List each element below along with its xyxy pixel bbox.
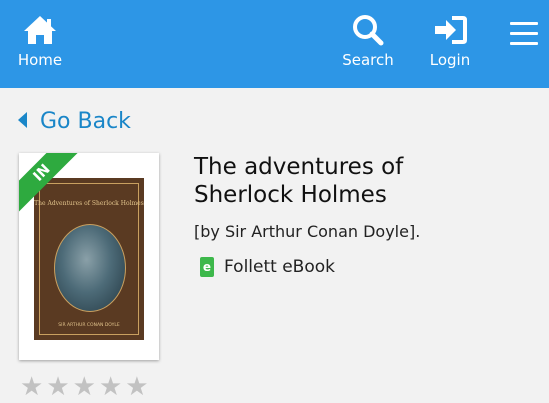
star-icon[interactable]: ★ [46, 372, 72, 402]
back-triangle-icon [18, 112, 27, 128]
hamburger-icon [510, 22, 538, 25]
star-icon[interactable]: ★ [73, 372, 99, 402]
login-label: Login [429, 51, 471, 69]
ebook-icon: e [200, 257, 214, 277]
star-rating[interactable]: ★★★★★ [20, 373, 152, 403]
cover-author: SIR ARTHUR CONAN DOYLE [58, 323, 120, 328]
house-icon [24, 16, 56, 44]
star-icon[interactable]: ★ [99, 372, 125, 402]
top-navigation-bar: Home Search Login [0, 0, 549, 88]
cover-illustration [54, 224, 126, 312]
login-button[interactable]: Login [424, 14, 476, 69]
cover-image: The Adventures of Sherlock Holmes SIR AR… [34, 178, 144, 340]
search-button[interactable]: Search [340, 14, 396, 69]
book-format: e Follett eBook [200, 256, 335, 278]
book-title: The adventures of Sherlock Holmes [194, 154, 404, 208]
magnifier-icon [353, 15, 384, 46]
search-label: Search [342, 51, 394, 69]
cover-title: The Adventures of Sherlock Holmes [34, 200, 144, 207]
go-back-link[interactable]: Go Back [18, 108, 131, 136]
star-icon[interactable]: ★ [125, 372, 151, 402]
book-cover[interactable]: The Adventures of Sherlock Holmes SIR AR… [19, 153, 159, 360]
sign-in-icon [435, 16, 467, 44]
hamburger-menu-button[interactable] [510, 22, 538, 48]
home-label: Home [17, 51, 63, 69]
star-icon[interactable]: ★ [20, 372, 46, 402]
home-button[interactable]: Home [14, 14, 66, 69]
go-back-label: Go Back [40, 109, 131, 134]
book-author: [by Sir Arthur Conan Doyle]. [194, 222, 421, 241]
format-label: Follett eBook [224, 257, 335, 277]
